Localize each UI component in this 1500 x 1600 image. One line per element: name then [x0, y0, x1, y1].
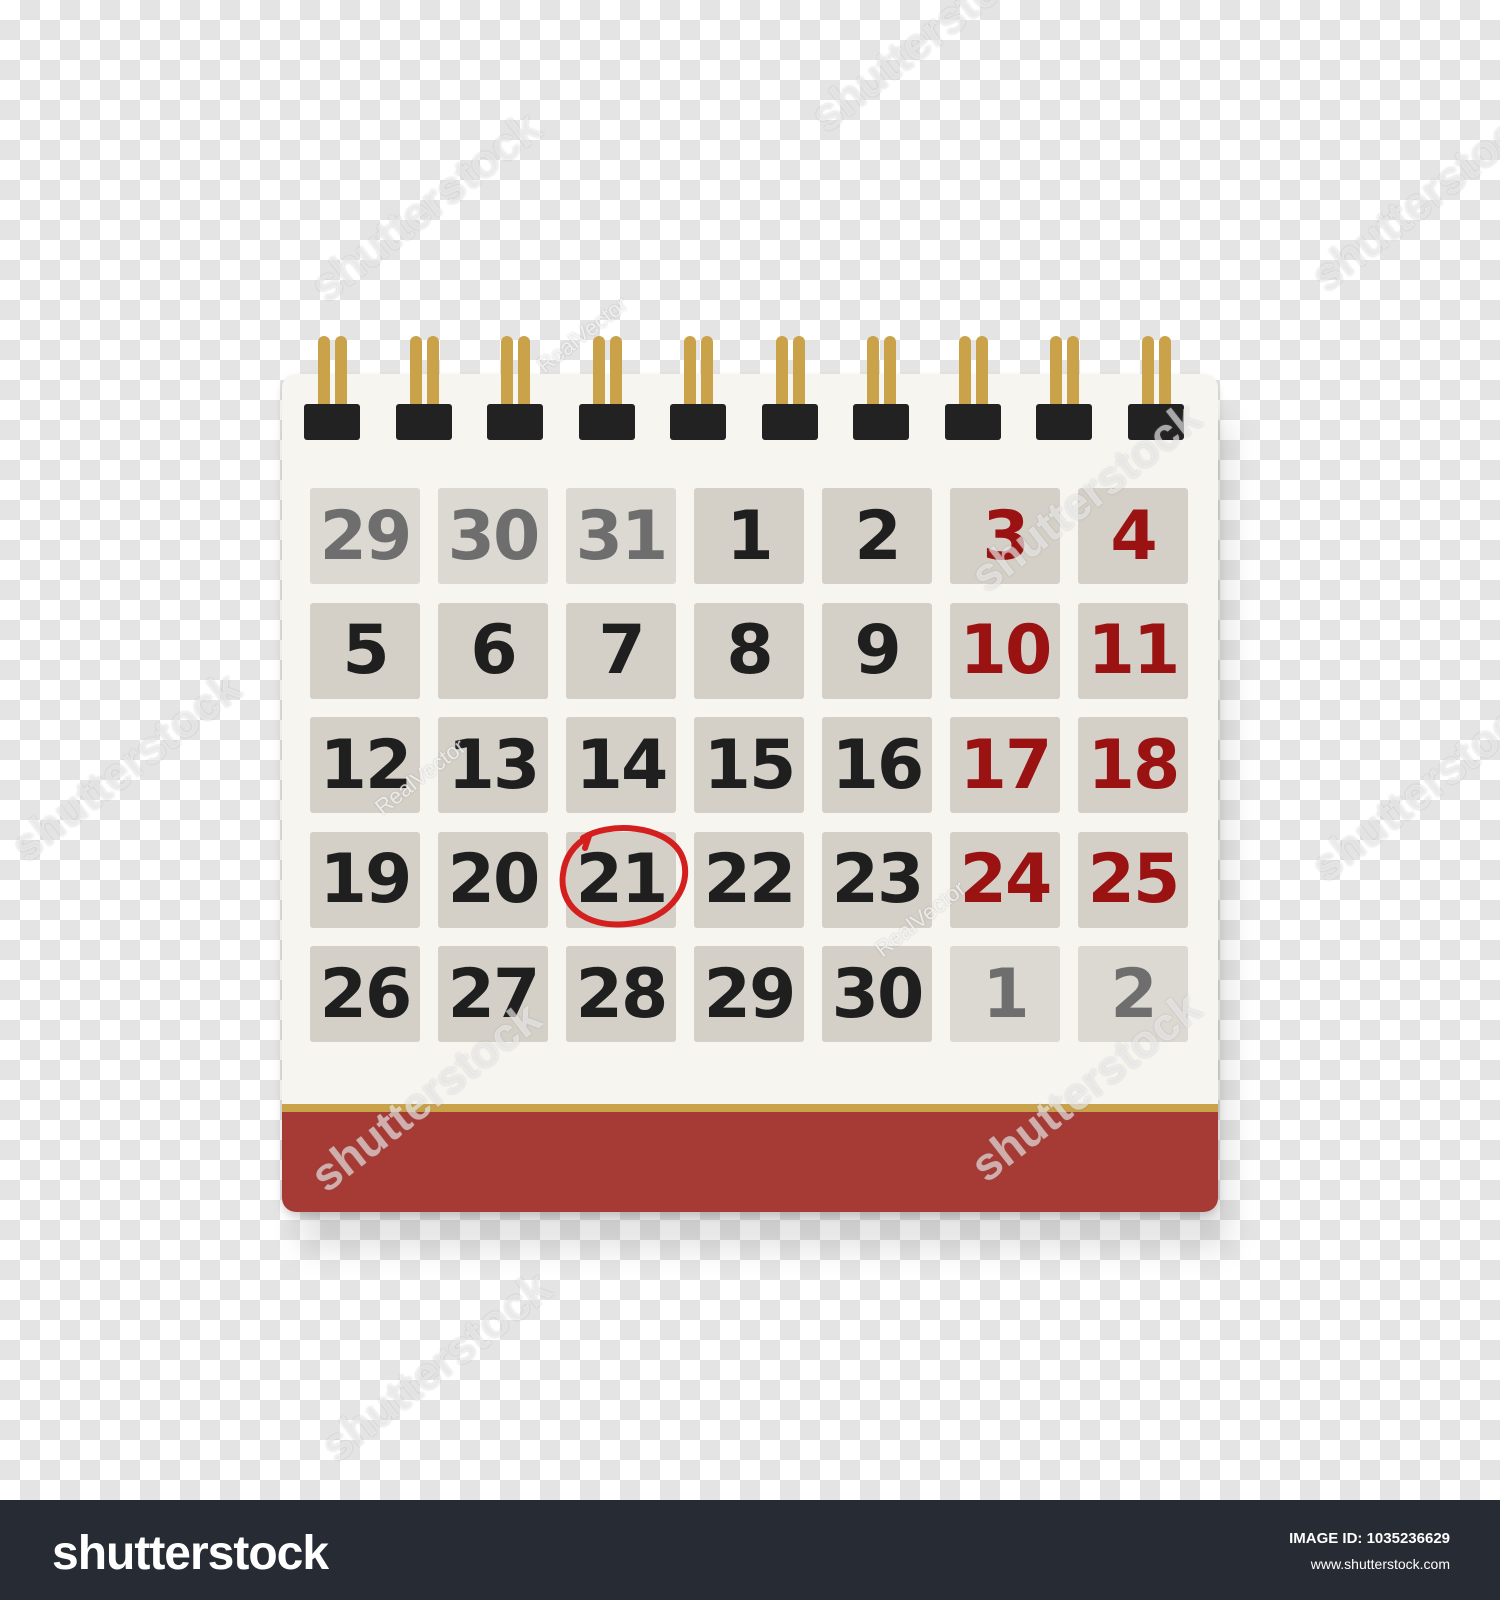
spiral-ring: [304, 336, 360, 440]
spiral-ring: [944, 336, 1001, 440]
calendar-day-cell[interactable]: 7: [566, 602, 676, 699]
calendar-day-cell[interactable]: 10: [950, 602, 1060, 699]
calendar-day-cell[interactable]: 8: [694, 602, 804, 699]
spiral-ring-part: [884, 336, 896, 412]
calendar-day-cell[interactable]: 22: [694, 831, 804, 928]
calendar-day-cell[interactable]: 31: [566, 488, 676, 584]
calendar-day-cell[interactable]: 18: [1078, 717, 1188, 813]
spiral-ring: [395, 336, 452, 440]
spiral-ring-part: [701, 336, 713, 412]
calendar-day-cell[interactable]: 20: [438, 831, 548, 928]
spiral-ring-part: [609, 336, 622, 412]
spiral-ring: [1036, 336, 1092, 440]
spiral-ring-part: [501, 336, 513, 412]
spiral-ring-part: [761, 404, 818, 440]
spiral-ring: [487, 336, 543, 440]
spiral-ring: [578, 336, 635, 440]
spiral-ring-part: [318, 336, 330, 412]
calendar-day-cell[interactable]: 1: [950, 946, 1060, 1042]
spiral-ring-part: [670, 404, 726, 440]
spiral-ring-part: [1050, 336, 1062, 412]
calendar-day-cell[interactable]: 9: [822, 602, 932, 699]
spiral-ring-part: [1067, 336, 1079, 412]
spiral-ring-part: [853, 404, 909, 440]
image-id-label: IMAGE ID: 1035236629: [1289, 1530, 1450, 1547]
spiral-ring-part: [487, 404, 543, 440]
spiral-ring-part: [592, 336, 605, 412]
spiral-ring-part: [395, 404, 452, 440]
calendar-day-cell[interactable]: 14: [566, 717, 676, 813]
spiral-ring: [670, 336, 726, 440]
spiral-ring: [761, 336, 818, 440]
spiral-ring: [853, 336, 909, 440]
spiral-ring-part: [426, 336, 439, 412]
spiral-ring-part: [975, 336, 988, 412]
calendar-day-cell[interactable]: 29: [694, 946, 804, 1042]
calendar-day-cell[interactable]: 28: [566, 946, 676, 1042]
site-url: www.shutterstock.com: [1310, 1556, 1450, 1572]
spiral-ring-part: [684, 336, 696, 412]
calendar-day-cell[interactable]: 17: [950, 717, 1060, 813]
calendar-day-cell[interactable]: 2: [822, 488, 932, 584]
spiral-ring-part: [1036, 404, 1092, 440]
stock-brand-logo: shutterstock: [52, 1527, 329, 1580]
spiral-ring-part: [867, 336, 879, 412]
calendar-day-cell[interactable]: 5: [310, 602, 420, 699]
calendar-day-cell[interactable]: 1: [694, 488, 804, 584]
calendar-day-cell[interactable]: 19: [310, 831, 420, 928]
spiral-ring-part: [775, 336, 788, 412]
calendar-day-cell[interactable]: 30: [822, 946, 932, 1042]
calendar-day-cell[interactable]: 29: [310, 488, 420, 584]
calendar-day-cell[interactable]: 16: [822, 717, 932, 813]
spiral-ring-part: [1141, 336, 1154, 412]
calendar-day-cell[interactable]: 11: [1078, 602, 1188, 699]
calendar-day-cell[interactable]: 15: [694, 717, 804, 813]
spiral-ring-part: [335, 336, 347, 412]
selected-day-circle-icon: [559, 825, 689, 928]
spiral-ring-part: [958, 336, 971, 412]
spiral-ring-part: [944, 404, 1001, 440]
spiral-ring-part: [304, 404, 360, 440]
calendar-day-cell[interactable]: 24: [950, 831, 1060, 928]
calendar-day-cell[interactable]: 26: [310, 946, 420, 1042]
spiral-ring-part: [792, 336, 805, 412]
spiral-ring-part: [409, 336, 422, 412]
spiral-ring-part: [518, 336, 530, 412]
spiral-ring-part: [578, 404, 635, 440]
calendar-day-cell[interactable]: 25: [1078, 831, 1188, 928]
calendar-day-cell[interactable]: 6: [438, 602, 548, 699]
calendar-day-cell[interactable]: 30: [438, 488, 548, 584]
